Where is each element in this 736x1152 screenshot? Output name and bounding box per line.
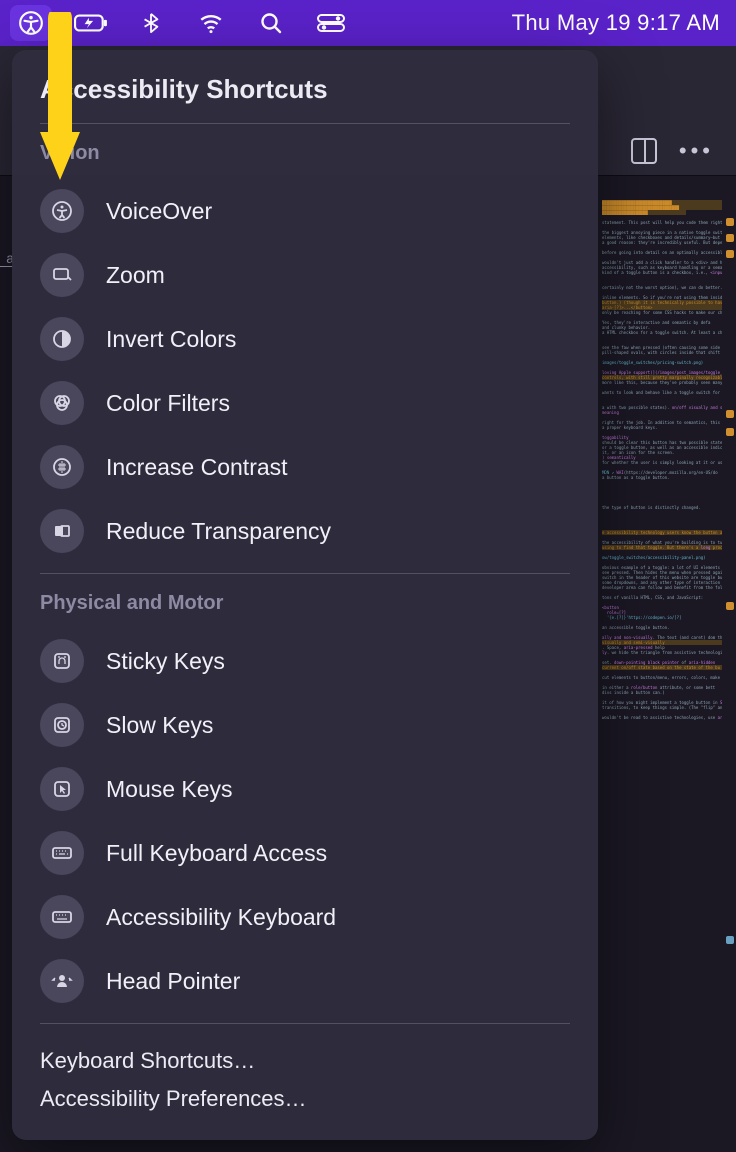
separator (40, 573, 570, 574)
shortcut-label: Accessibility Keyboard (106, 904, 336, 931)
zoom-icon (40, 253, 84, 297)
section-title-vision: Vision (40, 142, 570, 165)
shortcut-label: Reduce Transparency (106, 518, 331, 545)
menu-bar: Thu May 19 9:17 AM (0, 0, 736, 46)
increase-contrast-icon (40, 445, 84, 489)
reduce-transparency-icon (40, 509, 84, 553)
search-icon[interactable] (250, 5, 292, 41)
shortcut-label: Full Keyboard Access (106, 840, 327, 867)
accessibility-shortcuts-popup: Accessibility Shortcuts Vision VoiceOver… (12, 50, 598, 1140)
separator (40, 123, 570, 124)
shortcut-mouse-keys[interactable]: Mouse Keys (40, 757, 570, 821)
editor-minimap[interactable]: █████████████████████████████ ██████████… (602, 200, 722, 1142)
control-center-icon[interactable] (310, 5, 352, 41)
invert-colors-icon (40, 317, 84, 361)
sticky-keys-icon (40, 639, 84, 683)
slow-keys-icon (40, 703, 84, 747)
shortcut-reduce-transparency[interactable]: Reduce Transparency (40, 499, 570, 563)
shortcut-invert-colors[interactable]: Invert Colors (40, 307, 570, 371)
shortcut-zoom[interactable]: Zoom (40, 243, 570, 307)
shortcut-label: Slow Keys (106, 712, 213, 739)
shortcut-slow-keys[interactable]: Slow Keys (40, 693, 570, 757)
shortcut-color-filters[interactable]: Color Filters (40, 371, 570, 435)
head-pointer-icon (40, 959, 84, 1003)
shortcut-label: Head Pointer (106, 968, 240, 995)
shortcut-label: Sticky Keys (106, 648, 225, 675)
color-filters-icon (40, 381, 84, 425)
accessibility-keyboard-icon (40, 895, 84, 939)
shortcut-label: Mouse Keys (106, 776, 233, 803)
popup-title: Accessibility Shortcuts (40, 74, 570, 105)
split-view-icon[interactable] (631, 138, 657, 164)
scrollbar-track[interactable] (726, 200, 734, 1142)
menubar-clock[interactable]: Thu May 19 9:17 AM (512, 10, 726, 36)
more-options-icon[interactable]: ••• (679, 138, 714, 164)
section-title-motor: Physical and Motor (40, 592, 570, 615)
shortcut-label: Increase Contrast (106, 454, 288, 481)
separator (40, 1023, 570, 1024)
shortcut-label: Invert Colors (106, 326, 236, 353)
shortcut-label: Zoom (106, 262, 165, 289)
annotation-arrow (30, 12, 90, 192)
shortcut-accessibility-keyboard[interactable]: Accessibility Keyboard (40, 885, 570, 949)
voiceover-icon (40, 189, 84, 233)
shortcut-voiceover[interactable]: VoiceOver (40, 179, 570, 243)
wifi-icon[interactable] (190, 5, 232, 41)
shortcut-label: VoiceOver (106, 198, 212, 225)
keyboard-shortcuts-link[interactable]: Keyboard Shortcuts… (40, 1042, 570, 1080)
bluetooth-icon[interactable] (130, 5, 172, 41)
accessibility-preferences-link[interactable]: Accessibility Preferences… (40, 1080, 570, 1118)
keyboard-icon (40, 831, 84, 875)
shortcut-head-pointer[interactable]: Head Pointer (40, 949, 570, 1013)
shortcut-increase-contrast[interactable]: Increase Contrast (40, 435, 570, 499)
shortcut-full-keyboard-access[interactable]: Full Keyboard Access (40, 821, 570, 885)
mouse-keys-icon (40, 767, 84, 811)
shortcut-label: Color Filters (106, 390, 230, 417)
shortcut-sticky-keys[interactable]: Sticky Keys (40, 629, 570, 693)
